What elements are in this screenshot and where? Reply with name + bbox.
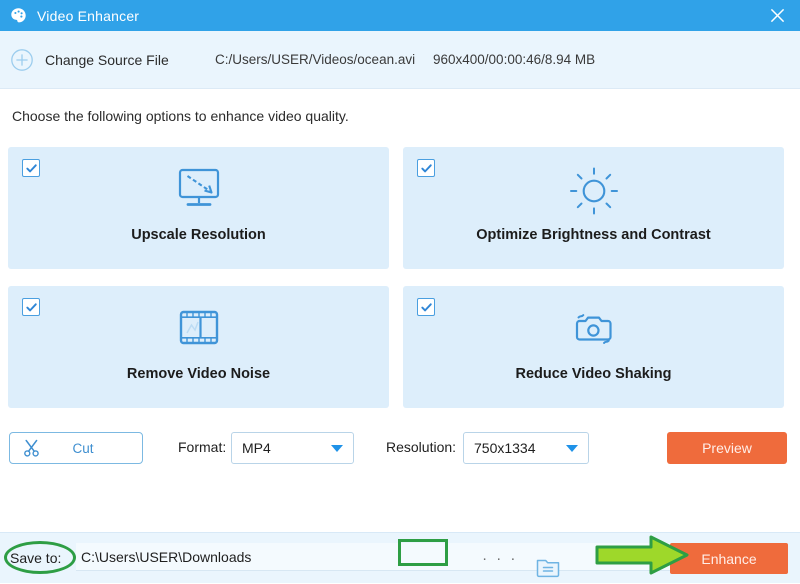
resolution-select[interactable]: 750x1334 [463, 432, 589, 464]
resolution-select-value: 750x1334 [474, 440, 536, 456]
footer-bar: Save to: C:\Users\USER\Downloads · · · E… [0, 532, 800, 583]
window-title: Video Enhancer [37, 7, 140, 24]
save-to-label: Save to: [10, 550, 62, 566]
palette-icon [9, 6, 28, 25]
film-strip-icon [8, 306, 389, 356]
chevron-down-icon [566, 445, 578, 452]
browse-button[interactable]: · · · [476, 547, 524, 569]
preview-button[interactable]: Preview [667, 432, 787, 464]
save-path-input[interactable]: C:\Users\USER\Downloads · · · [76, 543, 704, 578]
option-card-reduce-shaking[interactable]: Reduce Video Shaking [403, 286, 784, 408]
monitor-upscale-icon [8, 167, 389, 217]
source-file-bar: Change Source File C:/Users/USER/Videos/… [0, 31, 800, 89]
source-file-meta: 960x400/00:00:46/8.94 MB [433, 52, 596, 67]
sun-brightness-icon [403, 167, 784, 217]
cut-button[interactable]: Cut [9, 432, 143, 464]
resolution-label: Resolution: [386, 439, 457, 455]
enhance-button[interactable]: Enhance [670, 543, 788, 574]
plus-circle-icon[interactable] [10, 48, 34, 72]
close-icon[interactable] [754, 0, 800, 31]
chevron-down-icon [331, 445, 343, 452]
instruction-text: Choose the following options to enhance … [12, 108, 349, 124]
change-source-file-button[interactable]: Change Source File [45, 52, 169, 68]
option-card-upscale-resolution[interactable]: Upscale Resolution [8, 147, 389, 269]
option-label-remove-noise: Remove Video Noise [126, 366, 271, 382]
save-path-value: C:\Users\USER\Downloads [81, 548, 252, 565]
cut-button-label: Cut [72, 440, 94, 456]
option-label-reduce-shaking: Reduce Video Shaking [515, 366, 672, 382]
enhance-options-grid: Upscale Resolution Optimize Brightness a… [8, 147, 792, 408]
title-bar: Video Enhancer [0, 0, 800, 31]
source-file-path: C:/Users/USER/Videos/ocean.avi [215, 52, 416, 67]
option-card-remove-noise[interactable]: Remove Video Noise [8, 286, 389, 408]
option-label-upscale-resolution: Upscale Resolution [131, 227, 266, 243]
format-select[interactable]: MP4 [231, 432, 354, 464]
open-folder-icon[interactable] [535, 555, 561, 579]
controls-row: Cut Format: MP4 Resolution: 750x1334 Pre… [0, 432, 800, 466]
format-label: Format: [178, 439, 227, 455]
camera-shake-icon [403, 306, 784, 356]
format-select-value: MP4 [242, 440, 271, 456]
option-label-optimize-brightness: Optimize Brightness and Contrast [476, 227, 711, 243]
option-card-optimize-brightness[interactable]: Optimize Brightness and Contrast [403, 147, 784, 269]
scissors-icon [22, 439, 42, 457]
